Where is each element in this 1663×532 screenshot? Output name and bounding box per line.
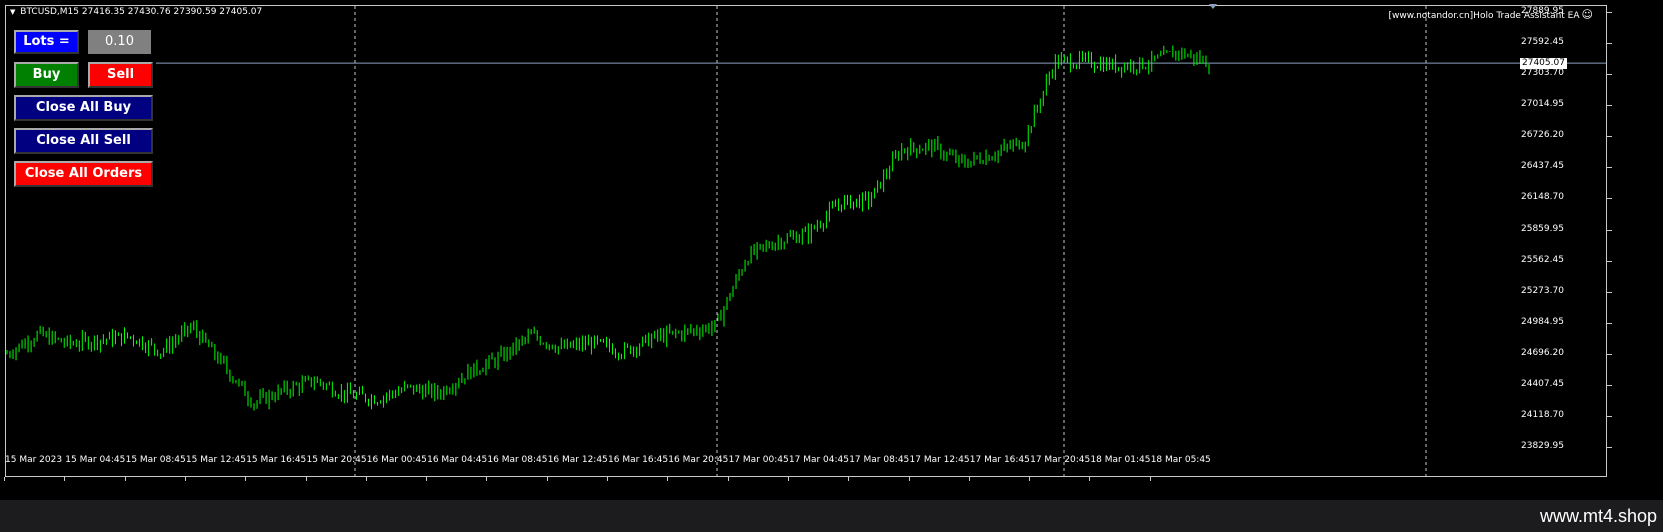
footer-bar: www.mt4.shop [0,500,1663,532]
time-axis-tick [848,477,850,481]
watermark-text: www.mt4.shop [1539,506,1657,526]
time-axis-tick [546,477,548,481]
time-axis-label: 15 Mar 04:45 [65,455,126,465]
time-axis-tick [968,477,970,481]
time-axis-tick [607,477,608,481]
time-axis-tick [426,477,428,481]
current-price-label: 27405.07 [1520,58,1567,69]
time-axis-label: 16 Mar 16:45 [608,455,669,465]
lots-input[interactable]: 0.10 [88,30,151,54]
symbol-label: BTCUSD,M15 [20,7,80,17]
price-axis-label: 24118.70 [1521,409,1564,420]
time-axis-tick [1149,477,1151,481]
price-axis-tick [1607,167,1612,169]
time-axis-tick [667,477,669,481]
time-axis-label: 16 Mar 08:45 [487,455,548,465]
time-axis-label: 17 Mar 00:45 [728,455,789,465]
time-axis-tick [365,477,367,481]
time-axis-tick [908,477,910,481]
buy-button[interactable]: Buy [14,62,79,88]
price-axis-label: 25562.45 [1521,254,1564,265]
time-axis-label: 15 Mar 16:45 [246,455,307,465]
price-axis-tick [1607,384,1612,386]
time-axis-tick [727,477,729,481]
time-axis-label: 17 Mar 20:45 [1030,455,1091,465]
time-axis-label: 16 Mar 12:45 [547,455,608,465]
close-all-sell-button[interactable]: Close All Sell [14,128,153,154]
price-axis-label: 24984.95 [1521,316,1564,327]
price-axis-tick [1607,105,1612,107]
time-axis-tick [184,477,186,481]
sell-button[interactable]: Sell [88,62,153,88]
chart-window: ▼ BTCUSD,M15 27416.35 27430.76 27390.59 … [0,0,1663,500]
price-axis-tick [1607,353,1612,355]
price-axis-label: 27014.95 [1521,99,1564,110]
time-axis-label: 15 Mar 2023 [5,455,63,465]
price-axis-tick [1607,260,1612,262]
time-axis-tick [1089,477,1091,481]
time-axis-tick [305,477,307,481]
price-axis-label: 26437.45 [1521,161,1564,172]
time-axis-tick [124,477,126,481]
time-axis-tick [486,477,488,481]
price-axis-label: 25859.95 [1521,223,1564,234]
price-axis-tick [1607,322,1612,324]
time-axis-label: 16 Mar 20:45 [668,455,729,465]
time-axis-label: 17 Mar 12:45 [909,455,970,465]
close-all-orders-button[interactable]: Close All Orders [14,161,153,187]
time-axis-label: 18 Mar 01:45 [1090,455,1151,465]
chart-header: ▼ BTCUSD,M15 27416.35 27430.76 27390.59 … [10,7,262,17]
candle-chart [6,6,1606,476]
time-axis-label: 17 Mar 16:45 [969,455,1030,465]
close-all-buy-button[interactable]: Close All Buy [14,95,153,121]
time-axis-label: 15 Mar 12:45 [185,455,246,465]
price-axis-tick [1607,12,1612,13]
time-axis-label: 18 Mar 05:45 [1150,455,1211,465]
shift-marker-icon[interactable] [1209,4,1217,9]
triangle-down-icon[interactable]: ▼ [10,8,15,16]
price-axis-tick [1607,136,1612,138]
time-axis-tick [1029,477,1031,481]
price-axis-tick [1607,43,1612,45]
time-axis-label: 17 Mar 04:45 [788,455,849,465]
lots-label: Lots = [14,30,79,54]
price-axis-tick [1607,415,1612,417]
price-axis-tick [1607,198,1612,200]
time-axis-label: 16 Mar 00:45 [366,455,427,465]
time-axis-tick [4,477,5,481]
time-axis-tick [64,477,66,481]
price-axis-label: 27303.70 [1521,68,1564,79]
price-axis-label: 26726.20 [1521,130,1564,141]
time-axis-label: 15 Mar 08:45 [125,455,186,465]
ohlc-values: 27416.35 27430.76 27390.59 27405.07 [81,7,263,17]
price-axis-label: 26148.70 [1521,192,1564,203]
time-axis-label: 16 Mar 04:45 [427,455,488,465]
time-axis-tick [245,477,247,481]
price-axis-tick [1607,74,1612,76]
price-axis-label: 25273.70 [1521,285,1564,296]
price-axis-label: 24407.45 [1521,378,1564,389]
time-axis-label: 17 Mar 08:45 [849,455,910,465]
price-axis-tick [1607,291,1612,293]
price-axis-label: 24696.20 [1521,347,1564,358]
price-axis-tick [1607,447,1612,448]
price-axis-label: 27592.45 [1521,37,1564,48]
price-axis-tick [1607,229,1612,231]
time-axis-tick [787,477,789,481]
price-axis-label: 27889.95 [1521,6,1564,16]
price-axis-label: 23829.95 [1521,441,1564,451]
time-axis-label: 15 Mar 20:45 [306,455,367,465]
smiley-icon[interactable]: ☺ [1582,8,1593,21]
